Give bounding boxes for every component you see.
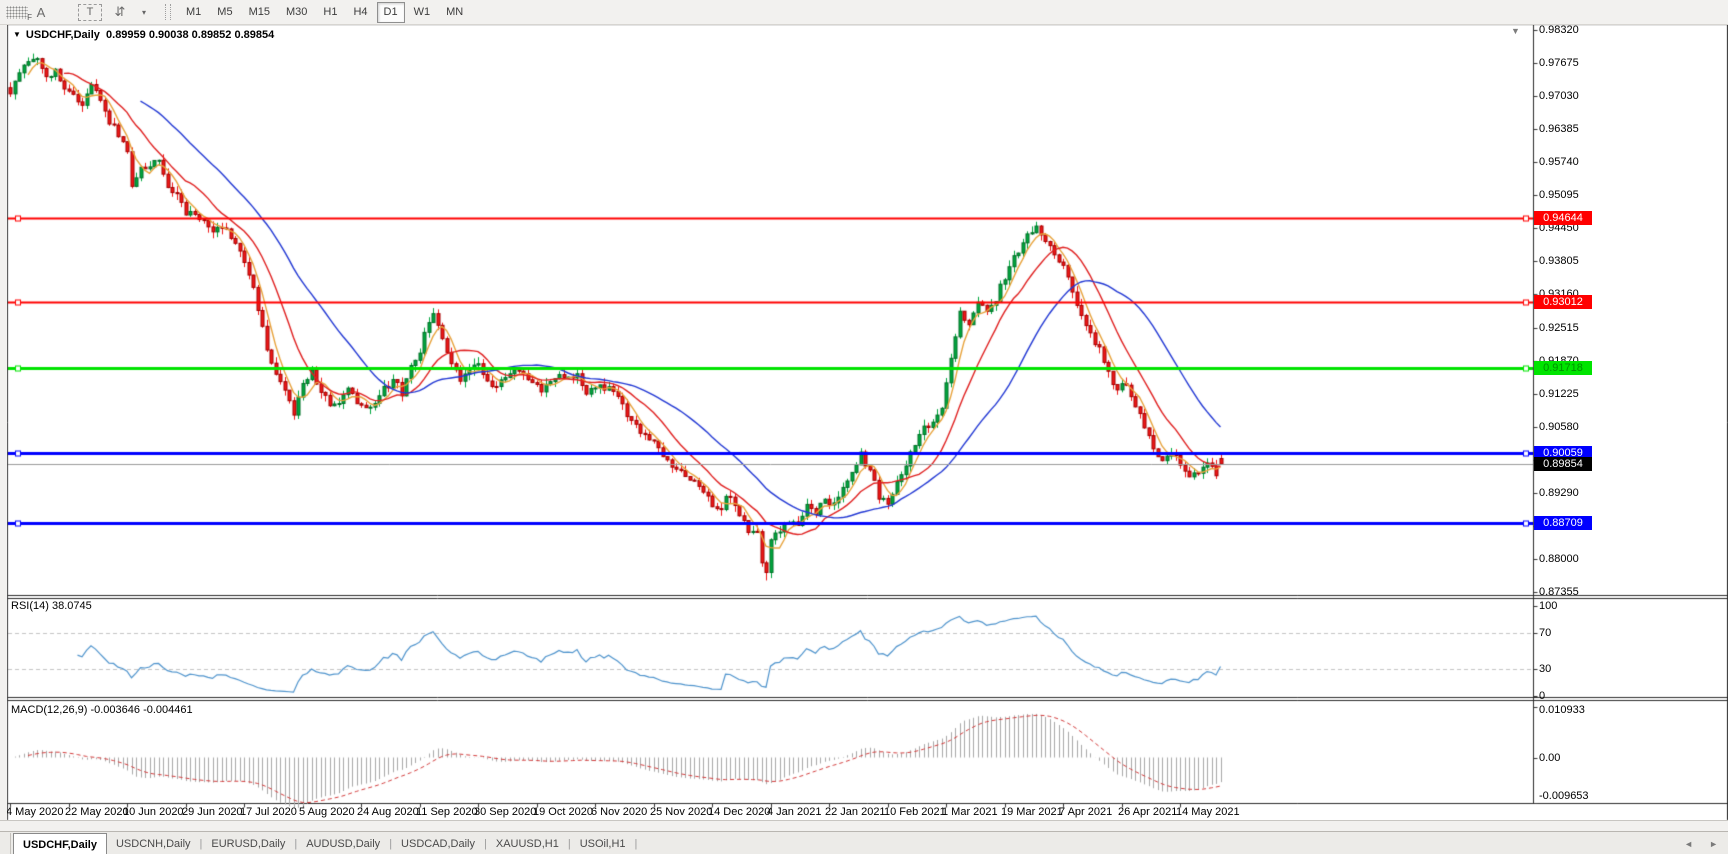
timeframe-button-h1[interactable]: H1 bbox=[316, 2, 344, 23]
time-axis-label: 7 Apr 2021 bbox=[1059, 806, 1112, 818]
trading-terminal-window: F A T ⇵ ▾ M1M5M15M30H1H4D1W1MN ▼ USDCHF,D… bbox=[0, 0, 1728, 854]
timeframe-button-m15[interactable]: M15 bbox=[242, 2, 277, 23]
rsi-axis-label: 0 bbox=[1539, 689, 1545, 703]
chart-tab-xauusd[interactable]: XAUUSD,H1 bbox=[487, 833, 568, 854]
time-axis-label: 22 Jan 2021 bbox=[825, 806, 886, 818]
time-axis-label: 11 Sep 2020 bbox=[416, 806, 478, 818]
time-axis-label: 19 Mar 2021 bbox=[1001, 806, 1063, 818]
tab-scroll-left-icon[interactable]: ◄ bbox=[1684, 839, 1693, 849]
symbol-period-label: USDCHF,Daily bbox=[26, 29, 100, 41]
chart-tab-usdcad[interactable]: USDCAD,Daily bbox=[392, 833, 484, 854]
tab-separator: | bbox=[635, 838, 638, 850]
macd-axis-label: 0.010933 bbox=[1539, 703, 1585, 717]
time-axis-label: 22 May 2020 bbox=[65, 806, 129, 818]
macd-axis-label: 0.00 bbox=[1539, 751, 1560, 765]
arrow-objects-icon[interactable]: ⇵ bbox=[109, 2, 131, 22]
timeframe-button-m1[interactable]: M1 bbox=[179, 2, 208, 23]
tab-scroll-right-icon[interactable]: ► bbox=[1709, 839, 1718, 849]
chart-title: ▼ USDCHF,Daily 0.89959 0.90038 0.89852 0.… bbox=[13, 29, 274, 41]
price-axis-label: 0.91225 bbox=[1539, 387, 1579, 401]
time-axis-label: 19 Oct 2020 bbox=[533, 806, 593, 818]
tabbar-left-edge bbox=[0, 833, 11, 854]
price-axis-label: 0.90580 bbox=[1539, 420, 1579, 434]
price-axis-label: 0.97030 bbox=[1539, 89, 1579, 103]
chart-tab-usoil[interactable]: USOil,H1 bbox=[571, 833, 635, 854]
time-axis-label: 6 Nov 2020 bbox=[591, 806, 647, 818]
timeframe-button-w1[interactable]: W1 bbox=[407, 2, 438, 23]
timeframe-button-group: M1M5M15M30H1H4D1W1MN bbox=[178, 2, 471, 23]
chart-tab-bar: USDCHF,DailyUSDCNH,Daily|EURUSD,Daily|AU… bbox=[0, 831, 1728, 854]
price-axis-label: 0.92515 bbox=[1539, 321, 1579, 335]
chart-tab-audusd[interactable]: AUDUSD,Daily bbox=[297, 833, 389, 854]
collapse-arrow-icon[interactable]: ▼ bbox=[13, 30, 21, 39]
price-axis-label: 0.96385 bbox=[1539, 122, 1579, 136]
time-axis-label: 4 May 2020 bbox=[6, 806, 63, 818]
time-axis-label: 4 Jan 2021 bbox=[767, 806, 821, 818]
timeframe-button-h4[interactable]: H4 bbox=[346, 2, 374, 23]
hline-price-label[interactable]: 0.91718 bbox=[1534, 361, 1592, 375]
time-axis-label: 14 May 2021 bbox=[1176, 806, 1240, 818]
window-left-edge bbox=[0, 24, 7, 820]
rsi-indicator-label: RSI(14) 38.0745 bbox=[11, 600, 92, 612]
price-axis-label: 0.98320 bbox=[1539, 23, 1579, 37]
toolbar-spacer bbox=[54, 2, 76, 22]
macd-axis-label: -0.009653 bbox=[1539, 789, 1589, 803]
time-axis-label: 30 Sep 2020 bbox=[474, 806, 536, 818]
price-axis-label: 0.95095 bbox=[1539, 188, 1579, 202]
rsi-axis-label: 70 bbox=[1539, 626, 1551, 640]
rsi-axis-label: 100 bbox=[1539, 599, 1557, 613]
timeframe-button-m5[interactable]: M5 bbox=[210, 2, 239, 23]
time-axis-label: 1 Mar 2021 bbox=[942, 806, 998, 818]
price-axis-label: 0.95740 bbox=[1539, 155, 1579, 169]
chart-tab-eurusd[interactable]: EURUSD,Daily bbox=[202, 833, 294, 854]
toolbar-drag-handle[interactable] bbox=[165, 4, 171, 20]
tab-scroll-arrows: ◄ ► bbox=[1684, 839, 1718, 849]
price-axis-label: 0.93805 bbox=[1539, 254, 1579, 268]
text-label-icon[interactable]: T bbox=[78, 4, 102, 21]
time-axis-label: 17 Jul 2020 bbox=[240, 806, 297, 818]
hline-price-label[interactable]: 0.93012 bbox=[1534, 295, 1592, 309]
hline-price-label[interactable]: 0.94644 bbox=[1534, 211, 1592, 225]
price-axis-label: 0.87355 bbox=[1539, 585, 1579, 599]
ohlc-values: 0.89959 0.90038 0.89852 0.89854 bbox=[106, 29, 274, 41]
hline-price-label[interactable]: 0.88709 bbox=[1534, 516, 1592, 530]
chart-shift-marker-icon[interactable]: ▼ bbox=[1511, 26, 1520, 36]
time-axis-label: 5 Aug 2020 bbox=[299, 806, 355, 818]
chart-tabs: USDCHF,DailyUSDCNH,Daily|EURUSD,Daily|AU… bbox=[13, 832, 637, 854]
chart-canvas[interactable] bbox=[0, 0, 1728, 854]
fibonacci-grid-icon[interactable]: F bbox=[6, 6, 28, 19]
time-axis-label: 24 Aug 2020 bbox=[357, 806, 419, 818]
chevron-down-icon[interactable]: ▾ bbox=[133, 2, 155, 22]
price-axis-label: 0.88000 bbox=[1539, 552, 1579, 566]
time-axis-label: 26 Apr 2021 bbox=[1118, 806, 1177, 818]
toolbar: F A T ⇵ ▾ M1M5M15M30H1H4D1W1MN bbox=[0, 0, 1728, 25]
timeframe-button-d1[interactable]: D1 bbox=[377, 2, 405, 23]
time-axis-label: 25 Nov 2020 bbox=[650, 806, 712, 818]
time-axis-label: 29 Jun 2020 bbox=[182, 806, 243, 818]
time-axis-label: 10 Feb 2021 bbox=[884, 806, 946, 818]
chart-tab-usdchf[interactable]: USDCHF,Daily bbox=[13, 833, 107, 854]
macd-indicator-label: MACD(12,26,9) -0.003646 -0.004461 bbox=[11, 704, 193, 716]
price-axis-label: 0.89290 bbox=[1539, 486, 1579, 500]
time-axis-label: 14 Dec 2020 bbox=[708, 806, 770, 818]
time-axis-label: 10 Jun 2020 bbox=[123, 806, 184, 818]
timeframe-button-mn[interactable]: MN bbox=[439, 2, 470, 23]
chart-tab-usdcnh[interactable]: USDCNH,Daily bbox=[107, 833, 200, 854]
timeframe-button-m30[interactable]: M30 bbox=[279, 2, 314, 23]
price-axis-label: 0.97675 bbox=[1539, 56, 1579, 70]
text-icon[interactable]: A bbox=[30, 2, 52, 22]
current-price-label: 0.89854 bbox=[1534, 457, 1592, 471]
rsi-axis-label: 30 bbox=[1539, 662, 1551, 676]
